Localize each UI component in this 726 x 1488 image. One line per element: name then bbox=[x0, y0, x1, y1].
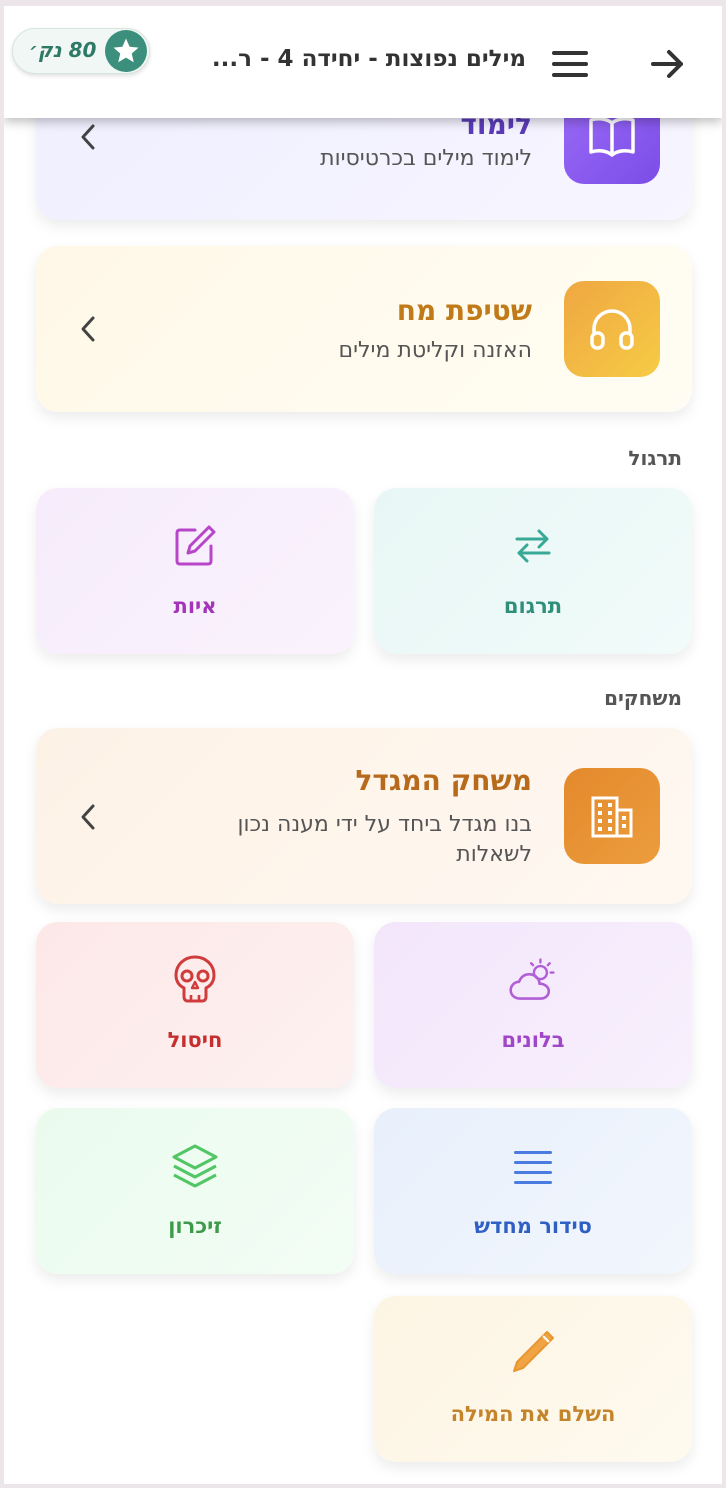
memory-tile[interactable]: זיכרון bbox=[36, 1108, 354, 1274]
brainwash-title: שטיפת מח bbox=[396, 294, 532, 327]
arrow-right-icon bbox=[651, 50, 683, 78]
tower-game-title: משחק המגדל bbox=[355, 764, 532, 797]
tower-game-subtitle: בנו מגדל ביחד על ידי מענה נכון לשאלות bbox=[237, 812, 532, 867]
menu-button[interactable] bbox=[550, 44, 590, 84]
elimination-label: חיסול bbox=[167, 1028, 223, 1052]
reorder-label: סידור מחדש bbox=[474, 1214, 592, 1238]
learn-subtitle: לימוד מילים בכרטיסיות bbox=[320, 146, 532, 171]
headphones-icon bbox=[564, 281, 660, 377]
memory-label: זיכרון bbox=[168, 1214, 222, 1238]
chevron-left-icon bbox=[76, 314, 100, 344]
complete-word-label: השלם את המילה bbox=[450, 1402, 616, 1426]
brainwash-subtitle: האזנה וקליטת מילים bbox=[338, 338, 533, 363]
points-badge[interactable]: 80 נק׳ bbox=[12, 28, 150, 74]
skull-icon bbox=[169, 954, 221, 1006]
spelling-tile[interactable]: איות bbox=[36, 488, 354, 654]
pencil-icon bbox=[507, 1326, 559, 1378]
page-title: מילים נפוצות - יחידה 4 - ר... bbox=[211, 46, 526, 72]
practice-section-label: תרגול bbox=[628, 446, 682, 470]
balloons-tile[interactable]: בלונים bbox=[374, 922, 692, 1088]
layers-icon bbox=[169, 1140, 221, 1192]
star-icon bbox=[105, 30, 147, 72]
arrows-swap-icon bbox=[507, 520, 559, 572]
hamburger-menu-icon bbox=[552, 51, 588, 77]
building-icon bbox=[564, 768, 660, 864]
translation-tile[interactable]: תרגום bbox=[374, 488, 692, 654]
back-button[interactable] bbox=[646, 42, 690, 86]
balloons-label: בלונים bbox=[501, 1028, 565, 1052]
lines-icon bbox=[507, 1142, 559, 1194]
brainwash-card[interactable]: שטיפת מח האזנה וקליטת מילים bbox=[36, 246, 692, 412]
spelling-label: איות bbox=[173, 594, 217, 618]
app-frame: מילים נפוצות - יחידה 4 - ר... 80 נק׳ לימ… bbox=[4, 6, 722, 1484]
chevron-left-icon bbox=[76, 802, 100, 832]
complete-word-tile[interactable]: השלם את המילה bbox=[374, 1296, 692, 1462]
chevron-left-icon bbox=[76, 122, 100, 152]
top-app-bar: מילים נפוצות - יחידה 4 - ר... 80 נק׳ bbox=[4, 6, 722, 118]
games-section-label: משחקים bbox=[604, 686, 682, 710]
cloud-sun-icon bbox=[507, 954, 559, 1006]
reorder-tile[interactable]: סידור מחדש bbox=[374, 1108, 692, 1274]
tower-game-card[interactable]: משחק המגדל בנו מגדל ביחד על ידי מענה נכו… bbox=[36, 728, 692, 904]
edit-square-icon bbox=[169, 520, 221, 572]
translation-label: תרגום bbox=[503, 594, 563, 618]
points-value: 80 נק׳ bbox=[29, 38, 97, 62]
elimination-tile[interactable]: חיסול bbox=[36, 922, 354, 1088]
